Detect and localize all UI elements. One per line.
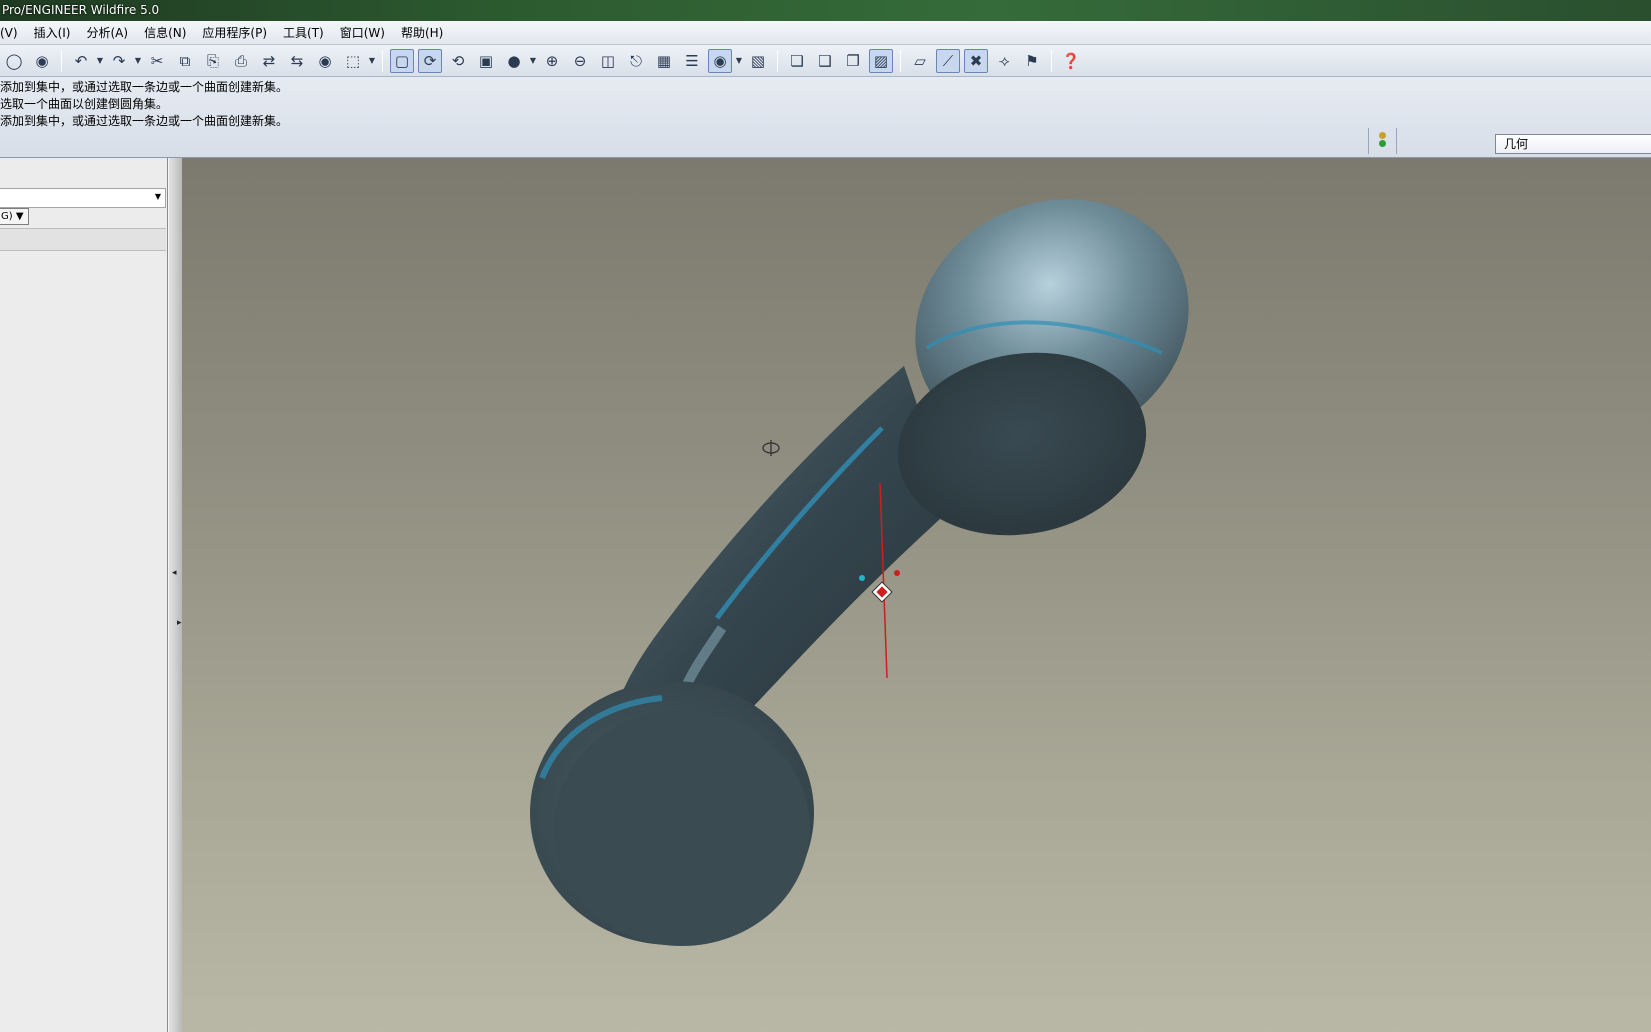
- model-display-icon[interactable]: ▧: [746, 49, 770, 73]
- undo-icon[interactable]: ↶: [69, 49, 93, 73]
- message-line: 添加到集中，或通过选取一条边或一个曲面创建新集。: [0, 114, 289, 128]
- window-title: Pro/ENGINEER Wildfire 5.0: [2, 3, 160, 17]
- regenerate-icon[interactable]: ◯: [2, 49, 26, 73]
- redo-icon[interactable]: ↷: [107, 49, 131, 73]
- main-toolbar: ◯ ◉ ↶ ▼ ↷ ▼ ✂ ⧉ ⎘ ⎙ ⇄ ⇆ ◉ ⬚ ▼ ▢ ⟳ ⟲ ▣ ● …: [0, 45, 1651, 77]
- drag-handle: [871, 581, 893, 603]
- panel-splitter[interactable]: ◂ ▸: [168, 158, 182, 1032]
- orient-mode-icon[interactable]: ⟲: [446, 49, 470, 73]
- reorient-icon[interactable]: ⎋: [624, 49, 648, 73]
- shading-icon[interactable]: ●: [502, 49, 526, 73]
- coordinate-systems-icon[interactable]: ⟢: [992, 49, 1016, 73]
- undo-dropdown-icon[interactable]: ▼: [95, 49, 105, 73]
- telephone-handset-model[interactable]: [182, 158, 1651, 1032]
- spin-center-icon: [762, 440, 780, 456]
- selection-filter-dropdown[interactable]: 几何: [1495, 134, 1651, 154]
- menu-applications[interactable]: 应用程序(P): [194, 21, 275, 45]
- model-tree-column-strip: [0, 228, 166, 251]
- model-tree-header[interactable]: ▼: [0, 188, 166, 208]
- redo-dropdown-icon[interactable]: ▼: [133, 49, 143, 73]
- mouthpiece-face: [554, 710, 810, 946]
- context-help-icon[interactable]: ❓: [1059, 49, 1083, 73]
- graphics-viewport[interactable]: [182, 158, 1651, 1032]
- expand-right-icon[interactable]: ▸: [177, 618, 182, 628]
- appearance-dropdown-icon[interactable]: ▼: [734, 49, 744, 73]
- regenerate-manager-icon[interactable]: ◉: [30, 49, 54, 73]
- chevron-down-icon[interactable]: ▼: [155, 192, 161, 201]
- datum-axes-icon[interactable]: ⟋: [936, 48, 960, 73]
- menu-help[interactable]: 帮助(H): [393, 21, 451, 45]
- zoom-in-icon[interactable]: ⊕: [540, 49, 564, 73]
- annotations-icon[interactable]: ⚑: [1020, 49, 1044, 73]
- status-separator: [1396, 128, 1397, 154]
- hidden-line-icon[interactable]: ❑: [813, 49, 837, 73]
- mirror-icon[interactable]: ⇄: [257, 49, 281, 73]
- menu-window[interactable]: 窗口(W): [332, 21, 393, 45]
- message-line: 选取一个曲面以创建倒圆角集。: [0, 97, 169, 111]
- toolbar-separator: [1051, 49, 1052, 72]
- menu-bar: (V) 插入(I) 分析(A) 信息(N) 应用程序(P) 工具(T) 窗口(W…: [0, 21, 1651, 45]
- regeneration-status-icon: [1376, 131, 1388, 153]
- title-bar: Pro/ENGINEER Wildfire 5.0: [0, 0, 1651, 21]
- menu-tools[interactable]: 工具(T): [275, 21, 332, 45]
- paste-icon[interactable]: ⎘: [201, 49, 225, 73]
- zoom-out-icon[interactable]: ⊖: [568, 49, 592, 73]
- toolbar-separator: [61, 49, 62, 72]
- copy-icon[interactable]: ⧉: [173, 49, 197, 73]
- wireframe-icon[interactable]: ❏: [785, 49, 809, 73]
- select-dropdown-icon[interactable]: ▼: [367, 49, 377, 73]
- layers-icon[interactable]: ☰: [680, 49, 704, 73]
- datum-planes-icon[interactable]: ▱: [908, 49, 932, 73]
- model-tree-panel: ▼: [0, 158, 168, 1032]
- saved-views-icon[interactable]: ▣: [474, 49, 498, 73]
- model-tree-combo[interactable]: G) ▼: [0, 208, 29, 225]
- menu-analysis[interactable]: 分析(A): [78, 21, 136, 45]
- appearance-icon[interactable]: ◉: [708, 48, 732, 73]
- toolbar-separator: [900, 49, 901, 72]
- spin-center-icon[interactable]: ⟳: [418, 48, 442, 73]
- paste-special-icon[interactable]: ⎙: [229, 49, 253, 73]
- cut-icon[interactable]: ✂: [145, 49, 169, 73]
- no-hidden-icon[interactable]: ❐: [841, 49, 865, 73]
- find-icon[interactable]: ◉: [313, 49, 337, 73]
- handle-marker-red: [894, 570, 900, 576]
- pattern-icon[interactable]: ⇆: [285, 49, 309, 73]
- message-area: 添加到集中，或通过选取一条边或一个曲面创建新集。 选取一个曲面以创建倒圆角集。 …: [0, 77, 1651, 158]
- collapse-left-icon[interactable]: ◂: [172, 568, 177, 578]
- toolbar-separator: [382, 49, 383, 72]
- refit-icon[interactable]: ◫: [596, 49, 620, 73]
- menu-view[interactable]: (V): [0, 21, 26, 45]
- shading-dropdown-icon[interactable]: ▼: [528, 49, 538, 73]
- view-manager-icon[interactable]: ▦: [652, 49, 676, 73]
- toolbar-separator: [777, 49, 778, 72]
- handle-marker-cyan: [859, 575, 865, 581]
- message-line: 添加到集中，或通过选取一条边或一个曲面创建新集。: [0, 80, 289, 94]
- menu-info[interactable]: 信息(N): [136, 21, 194, 45]
- menu-insert[interactable]: 插入(I): [26, 21, 79, 45]
- shaded-icon[interactable]: ▨: [869, 48, 893, 73]
- select-box-icon[interactable]: ⬚: [341, 49, 365, 73]
- repaint-icon[interactable]: ▢: [390, 48, 414, 73]
- datum-points-icon[interactable]: ✖: [964, 48, 988, 73]
- status-separator: [1368, 128, 1369, 154]
